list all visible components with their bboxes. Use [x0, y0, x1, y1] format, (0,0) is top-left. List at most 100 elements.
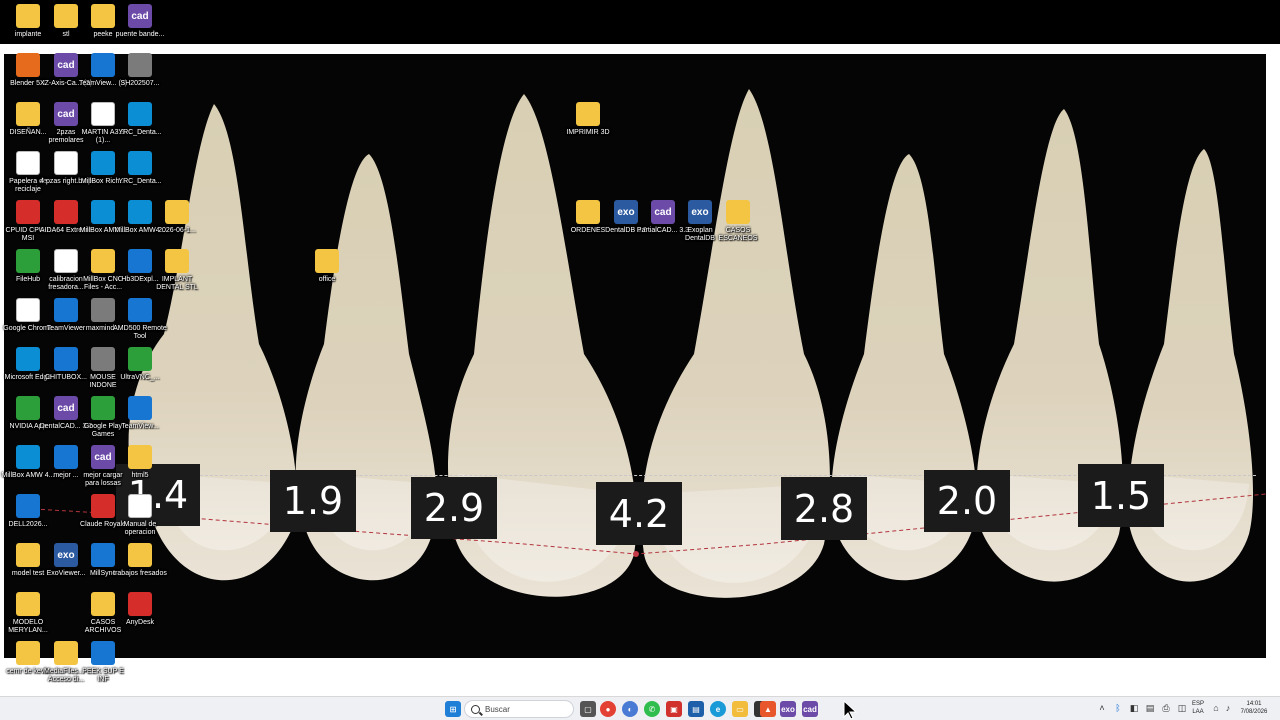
vscode-icon	[128, 298, 152, 322]
tray-app-icon-3[interactable]: ◫	[1176, 702, 1188, 714]
cpuz-icon	[16, 200, 40, 224]
desktop-top-area	[0, 0, 1280, 44]
folder-icon	[54, 4, 78, 28]
folder-icon	[165, 249, 189, 273]
desktop-icon-label: CASOS ESCANEOS	[718, 227, 758, 242]
app-icon	[54, 445, 78, 469]
yrc-icon	[128, 151, 152, 175]
file-icon	[128, 494, 152, 518]
exocad-icon: cad	[54, 53, 78, 77]
game-icon	[91, 494, 115, 518]
millsync-icon	[91, 543, 115, 567]
desktop-icon-label: Manual de operacion	[123, 521, 157, 536]
folder-icon	[315, 249, 339, 273]
folder-icon	[16, 4, 40, 28]
exocad-icon: cad	[91, 445, 115, 469]
file-explorer-icon[interactable]: ▭	[732, 701, 748, 717]
desktop-icon-label: AnyDesk	[125, 619, 154, 626]
clock-time: 14:01	[1246, 701, 1262, 707]
desktop-icon-label: SH202507...	[120, 80, 160, 87]
exocad-icon: exo	[614, 200, 638, 224]
desktop-icon-2026[interactable]: 2026-06-1...	[153, 198, 201, 246]
folder-icon	[91, 592, 115, 616]
hb3d-icon	[128, 249, 152, 273]
whatsapp-icon[interactable]: ✆	[644, 701, 660, 717]
desktop-icon-html[interactable]: html5	[116, 443, 164, 491]
chrome-icon[interactable]: ●	[600, 701, 616, 717]
desktop-icon-label: YRC_Denta...	[118, 129, 162, 136]
app-red-icon[interactable]: ▣	[666, 701, 682, 717]
desktop-icon-casos2[interactable]: CASOS ESCANEOS	[714, 198, 762, 246]
dell-icon	[91, 641, 115, 665]
bluetooth-icon[interactable]: ᛒ	[1112, 702, 1124, 714]
partialcad-icon: cad	[651, 200, 675, 224]
windows-start-icon[interactable]: ⊞	[445, 701, 461, 717]
wallpaper-border-right	[1266, 54, 1280, 674]
taskbar: ⊞ Buscar ▢ ● ◐ ✆ ▣ ▤ e ▭ ▪ ▲ exo cad ˄ ᛒ…	[0, 696, 1280, 720]
desktop-icon-label: MODELO MERYLAN...	[8, 619, 48, 634]
folder-icon	[726, 200, 750, 224]
exocad-icon: cad	[54, 102, 78, 126]
desktop-icon-label: PEEK SUP E INF	[82, 668, 124, 683]
millbox-icon	[16, 445, 40, 469]
desktop-icon-yrc1[interactable]: YRC_Denta...	[116, 100, 164, 148]
mouse-cursor	[843, 700, 858, 720]
teamviewer-icon	[128, 396, 152, 420]
clock[interactable]: 14:01 7/08/2026	[1234, 700, 1274, 716]
desktop-icon-ultravnc[interactable]: UltraVNC_...	[116, 345, 164, 393]
app-blue-icon[interactable]: ▤	[688, 701, 704, 717]
printer-icon[interactable]: ⎙	[1160, 702, 1172, 714]
taskview-icon[interactable]: ▢	[580, 701, 596, 717]
desktop-icon-modelo[interactable]: MODELO MERYLAN...	[4, 590, 52, 638]
exocad-taskbar-icon-2[interactable]: cad	[802, 701, 818, 717]
folder-icon	[91, 249, 115, 273]
desktop-icon-label: UltraVNC_...	[120, 374, 160, 381]
clock-date: 7/08/2026	[1240, 709, 1268, 715]
desktop-icon-label: TeamView...	[121, 423, 159, 430]
exocad-taskbar-icon[interactable]: exo	[780, 701, 796, 717]
folder-icon	[54, 641, 78, 665]
desktop-icon-office[interactable]: office	[303, 247, 351, 295]
wallpaper-border	[0, 44, 1280, 54]
file-icon	[54, 249, 78, 273]
desktop-icon-yrc2[interactable]: YRC_Denta...	[116, 149, 164, 197]
search-box[interactable]: Buscar	[464, 700, 574, 718]
desktop-icon-teamview2[interactable]: TeamView...	[116, 394, 164, 442]
desktop-icon-puente[interactable]: cad puente bande...	[116, 2, 164, 50]
measurement-label: 2.8	[781, 477, 867, 540]
volume-icon[interactable]: ♪	[1222, 702, 1234, 714]
edge-icon[interactable]: e	[710, 701, 726, 717]
desktop-icon-label: YRC_Denta...	[118, 178, 162, 185]
language-indicator[interactable]: ESP LAA	[1192, 700, 1204, 716]
tray-app-icon[interactable]: ◧	[1128, 702, 1140, 714]
desktop-icon-manual[interactable]: Manual de operacion	[116, 492, 164, 540]
desktop-icon-peek[interactable]: PEEK SUP E INF	[79, 639, 127, 687]
desktop-icon-dell[interactable]: DELL2026...	[4, 492, 52, 540]
folder-icon	[16, 641, 40, 665]
desktop-icon-trabajos[interactable]: trabajos fresados	[113, 541, 167, 589]
language-code: ESP	[1192, 701, 1205, 707]
desktop-icon-anydesk[interactable]: AnyDesk	[116, 590, 164, 638]
network-icon[interactable]: ⌂	[1210, 702, 1222, 714]
measurement-label: 1.9	[270, 470, 356, 532]
anydesk-icon	[128, 592, 152, 616]
measurement-label: 2.9	[411, 477, 497, 539]
folder-icon	[91, 4, 115, 28]
ultravnc-icon	[128, 347, 152, 371]
exocad-icon: exo	[688, 200, 712, 224]
folder-icon	[576, 200, 600, 224]
tray-app-icon-2[interactable]: ▤	[1144, 702, 1156, 714]
desktop-icon-imprimir[interactable]: IMPRIMIR 3D	[564, 100, 612, 148]
chevron-up-icon[interactable]: ˄	[1096, 702, 1108, 714]
mouse-icon	[91, 347, 115, 371]
browser-icon[interactable]: ◐	[622, 701, 638, 717]
filehub-icon	[16, 249, 40, 273]
brave-icon[interactable]: ▲	[760, 701, 776, 717]
folder-icon	[576, 102, 600, 126]
millbox-icon	[128, 200, 152, 224]
desktop-icon-sh2025[interactable]: SH202507...	[116, 51, 164, 99]
keyboard-layout: LAA	[1192, 709, 1204, 715]
desktop-icon-amd[interactable]: AMD500 Remote Tool	[113, 296, 167, 344]
desktop-icon-implant[interactable]: IMPLANT DENTAL STL	[153, 247, 201, 295]
nvidia-icon	[16, 396, 40, 420]
